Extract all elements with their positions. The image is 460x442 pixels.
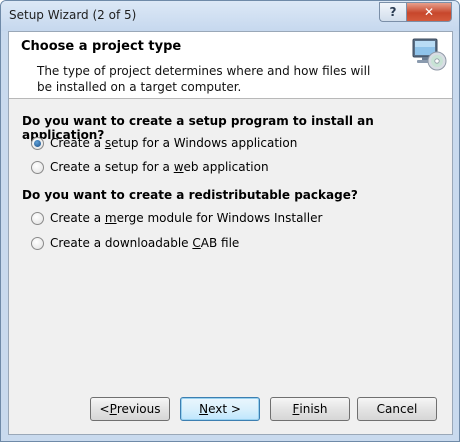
previous-button[interactable]: < Previous: [90, 397, 170, 421]
label-text: Create a setup for a: [50, 160, 174, 174]
radio-label[interactable]: Create a merge module for Windows Instal…: [50, 211, 322, 225]
radio-label[interactable]: Create a setup for a web application: [50, 160, 269, 174]
radio-button-checked[interactable]: [31, 136, 44, 150]
cancel-button[interactable]: Cancel: [357, 397, 437, 421]
button-text: inish: [299, 402, 328, 416]
label-mnemonic: C: [192, 236, 201, 250]
radio-label[interactable]: Create a downloadable CAB file: [50, 236, 239, 250]
page-description: The type of project determines where and…: [37, 64, 371, 94]
label-text: AB file: [200, 236, 240, 250]
redistributable-question: Do you want to create a redistributable …: [22, 188, 358, 202]
label-text: etup for a Windows application: [111, 136, 298, 150]
button-text: <: [99, 402, 110, 416]
label-text: eb application: [183, 160, 269, 174]
button-mnemonic: P: [109, 402, 117, 416]
title-bar[interactable]: Setup Wizard (2 of 5) ? ✕: [1, 1, 459, 31]
computer-cd-icon: [412, 38, 447, 71]
radio-merge-module[interactable]: Create a merge module for Windows Instal…: [31, 210, 322, 226]
label-text: Create a: [50, 136, 105, 150]
next-button[interactable]: Next >: [180, 397, 260, 421]
radio-button[interactable]: [31, 236, 44, 250]
radio-web-application[interactable]: Create a setup for a web application: [31, 159, 269, 175]
radio-cab-file[interactable]: Create a downloadable CAB file: [31, 235, 239, 251]
label-mnemonic: m: [104, 211, 117, 225]
close-button[interactable]: ✕: [406, 2, 452, 22]
radio-label[interactable]: Create a setup for a Windows application: [50, 136, 297, 150]
radio-windows-application[interactable]: Create a setup for a Windows application: [31, 135, 297, 151]
setup-wizard-window: Setup Wizard (2 of 5) ? ✕ Choose a proje…: [0, 0, 460, 442]
label-mnemonic: w: [173, 160, 184, 174]
page-title: Choose a project type: [21, 39, 182, 54]
label-text: Create a downloadable: [50, 236, 193, 250]
finish-button[interactable]: Finish: [270, 397, 350, 421]
wizard-header: Choose a project type The type of projec…: [9, 32, 452, 99]
radio-button[interactable]: [31, 211, 44, 225]
window-title: Setup Wizard (2 of 5): [9, 8, 137, 22]
close-icon: ✕: [423, 5, 435, 19]
button-mnemonic: N: [199, 402, 209, 416]
button-text: revious: [116, 402, 161, 416]
wizard-body: Choose a project type The type of projec…: [8, 31, 453, 435]
radio-button[interactable]: [31, 160, 44, 174]
help-button[interactable]: ?: [379, 2, 406, 22]
help-icon: ?: [389, 5, 397, 19]
button-mnemonic: F: [292, 402, 300, 416]
button-text: ext >: [208, 402, 241, 416]
label-text: erge module for Windows Installer: [116, 211, 323, 225]
label-text: Create a: [50, 211, 105, 225]
button-text: Cancel: [376, 402, 418, 416]
